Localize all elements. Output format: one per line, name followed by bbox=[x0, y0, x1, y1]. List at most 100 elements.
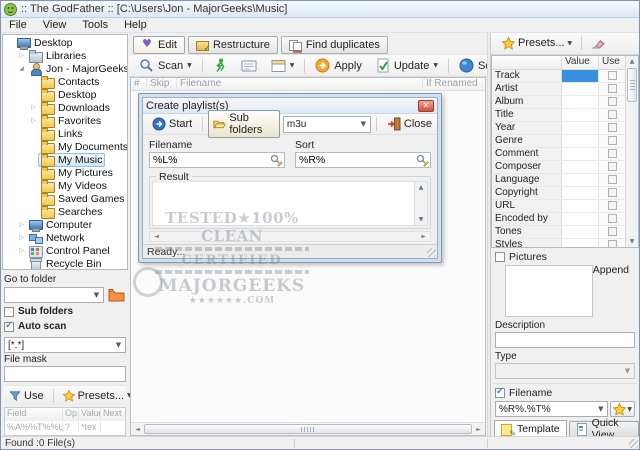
use-checkbox[interactable] bbox=[607, 188, 617, 198]
scroll-left-arrow[interactable]: ◄ bbox=[150, 232, 163, 241]
chevron-down-icon[interactable]: ▼ bbox=[112, 341, 125, 349]
tree-expander-icon[interactable]: ▷ bbox=[17, 234, 26, 241]
tag-field-use-cell[interactable] bbox=[599, 95, 625, 108]
use-checkbox[interactable] bbox=[607, 123, 617, 133]
tag-field-row[interactable]: Comment bbox=[492, 147, 625, 161]
column-if-renamed[interactable]: If Renamed bbox=[423, 78, 485, 90]
tag-field-row[interactable]: Genre bbox=[492, 134, 625, 148]
tag-field-value-cell[interactable] bbox=[562, 212, 599, 225]
tag-field-row[interactable]: Composer bbox=[492, 160, 625, 174]
tag-field-use-cell[interactable] bbox=[599, 173, 625, 186]
scrollbar-thumb[interactable] bbox=[144, 424, 472, 434]
scroll-down-arrow[interactable]: ▼ bbox=[626, 235, 638, 248]
apply-button[interactable]: Apply bbox=[309, 56, 368, 75]
file-mask-input[interactable] bbox=[4, 366, 126, 382]
tag-field-row[interactable]: Copyright bbox=[492, 186, 625, 200]
chevron-down-icon[interactable]: ▼ bbox=[627, 406, 632, 413]
tree-item[interactable]: My Pictures bbox=[3, 166, 127, 180]
tag-field-row[interactable]: Tones bbox=[492, 225, 625, 239]
playlist-sort-input[interactable] bbox=[295, 152, 431, 168]
scan-button[interactable]: Scan ▼ bbox=[133, 56, 198, 75]
chevron-down-icon[interactable]: ▼ bbox=[90, 291, 103, 299]
result-text-area[interactable] bbox=[153, 182, 414, 225]
tag-field-row[interactable]: Language bbox=[492, 173, 625, 187]
vertical-scrollbar[interactable]: ▲ ▼ bbox=[414, 182, 427, 225]
tag-field-row[interactable]: Track bbox=[492, 69, 625, 83]
use-checkbox[interactable] bbox=[607, 162, 617, 172]
update-button[interactable]: Update ▼ bbox=[370, 56, 444, 75]
tag-field-value-cell[interactable] bbox=[562, 147, 599, 160]
tag-field-use-cell[interactable] bbox=[599, 108, 625, 121]
tag-field-row[interactable]: Album bbox=[492, 95, 625, 109]
tag-field-use-cell[interactable] bbox=[599, 186, 625, 199]
use-checkbox[interactable] bbox=[607, 240, 617, 248]
tree-expander-icon[interactable]: ▷ bbox=[29, 104, 38, 111]
picture-preview-box[interactable] bbox=[505, 265, 593, 318]
tag-field-row[interactable]: Styles bbox=[492, 238, 625, 248]
tree-item[interactable]: Searches bbox=[3, 205, 127, 219]
scrollbar-thumb[interactable] bbox=[627, 67, 637, 102]
tag-field-value-cell[interactable] bbox=[562, 225, 599, 238]
use-checkbox[interactable] bbox=[607, 175, 617, 185]
tag-presets-button[interactable]: Presets... ▼ bbox=[497, 35, 577, 52]
filename-template-combobox[interactable]: %R%.%T% ▼ bbox=[495, 401, 609, 418]
description-input[interactable] bbox=[495, 332, 635, 349]
tag-field-value-cell[interactable] bbox=[562, 121, 599, 134]
tag-field-row[interactable]: Title bbox=[492, 108, 625, 122]
chevron-down-icon[interactable]: ▼ bbox=[290, 62, 295, 69]
tree-item[interactable]: Recycle Bin bbox=[3, 257, 127, 269]
dialog-title-bar[interactable]: Create playlist(s) ✕ bbox=[143, 98, 437, 114]
tag-field-use-cell[interactable] bbox=[599, 238, 625, 248]
tag-field-value-cell[interactable] bbox=[562, 199, 599, 212]
use-checkbox[interactable] bbox=[607, 201, 617, 211]
panel-tab[interactable]: Quick View bbox=[568, 417, 639, 441]
tree-item[interactable]: ▷ Favorites bbox=[3, 114, 127, 128]
tree-item[interactable]: ▷ Computer bbox=[3, 218, 127, 232]
chevron-down-icon[interactable]: ▼ bbox=[187, 62, 192, 69]
mode-tab[interactable]: Find duplicates bbox=[280, 36, 388, 54]
resize-grip[interactable] bbox=[629, 439, 638, 448]
search-edit-icon[interactable] bbox=[416, 154, 429, 167]
sub-folders-checkbox[interactable] bbox=[4, 306, 14, 317]
use-checkbox[interactable] bbox=[607, 149, 617, 159]
tag-field-value-cell[interactable] bbox=[562, 134, 599, 147]
column-skip[interactable]: Skip bbox=[147, 78, 177, 90]
tree-item[interactable]: Saved Games bbox=[3, 192, 127, 206]
tag-field-row[interactable]: Encoded by bbox=[492, 212, 625, 226]
tag-field-value-cell[interactable] bbox=[562, 69, 599, 82]
scroll-right-arrow[interactable]: ► bbox=[472, 423, 485, 435]
tree-item[interactable]: ▷ Libraries bbox=[3, 49, 127, 63]
use-checkbox[interactable] bbox=[607, 136, 617, 146]
dialog-close-button[interactable]: ✕ bbox=[418, 99, 434, 112]
browse-folder-button[interactable] bbox=[106, 286, 126, 303]
tree-item[interactable]: Contacts bbox=[3, 75, 127, 89]
scroll-up-arrow[interactable]: ▲ bbox=[415, 182, 427, 193]
playlist-format-combobox[interactable]: m3u ▼ bbox=[282, 115, 371, 133]
chevron-down-icon[interactable]: ▼ bbox=[594, 405, 607, 413]
tag-field-use-cell[interactable] bbox=[599, 147, 625, 160]
autojobs-button[interactable] bbox=[207, 56, 233, 75]
filename-presets-button[interactable]: ▼ bbox=[610, 401, 635, 418]
mode-tab[interactable]: Edit bbox=[133, 36, 185, 54]
dialog-close-action-button[interactable]: Close bbox=[382, 115, 437, 133]
use-checkbox[interactable] bbox=[607, 227, 617, 237]
panel-tab[interactable]: Template bbox=[494, 420, 567, 438]
tag-field-value-cell[interactable] bbox=[562, 160, 599, 173]
tag-field-row[interactable]: Year bbox=[492, 121, 625, 135]
tag-field-value-cell[interactable] bbox=[562, 82, 599, 95]
tag-field-use-cell[interactable] bbox=[599, 134, 625, 147]
tree-item[interactable]: Desktop bbox=[3, 88, 127, 102]
start-button[interactable]: Start bbox=[147, 115, 197, 133]
tag-field-value-cell[interactable] bbox=[562, 108, 599, 121]
go-to-folder-combobox[interactable]: ▼ bbox=[4, 286, 104, 303]
tag-field-use-cell[interactable] bbox=[599, 69, 625, 82]
tag-field-row[interactable]: URL bbox=[492, 199, 625, 213]
menu-item[interactable]: Tools bbox=[74, 19, 116, 31]
use-filter-button[interactable]: Use bbox=[4, 388, 49, 404]
use-checkbox[interactable] bbox=[607, 214, 617, 224]
tag-field-value-cell[interactable] bbox=[562, 238, 599, 248]
rename-card-button[interactable] bbox=[235, 56, 263, 75]
scroll-down-arrow[interactable]: ▼ bbox=[415, 214, 427, 225]
chevron-down-icon[interactable]: ▼ bbox=[357, 120, 370, 128]
clear-tags-button[interactable] bbox=[586, 36, 611, 51]
